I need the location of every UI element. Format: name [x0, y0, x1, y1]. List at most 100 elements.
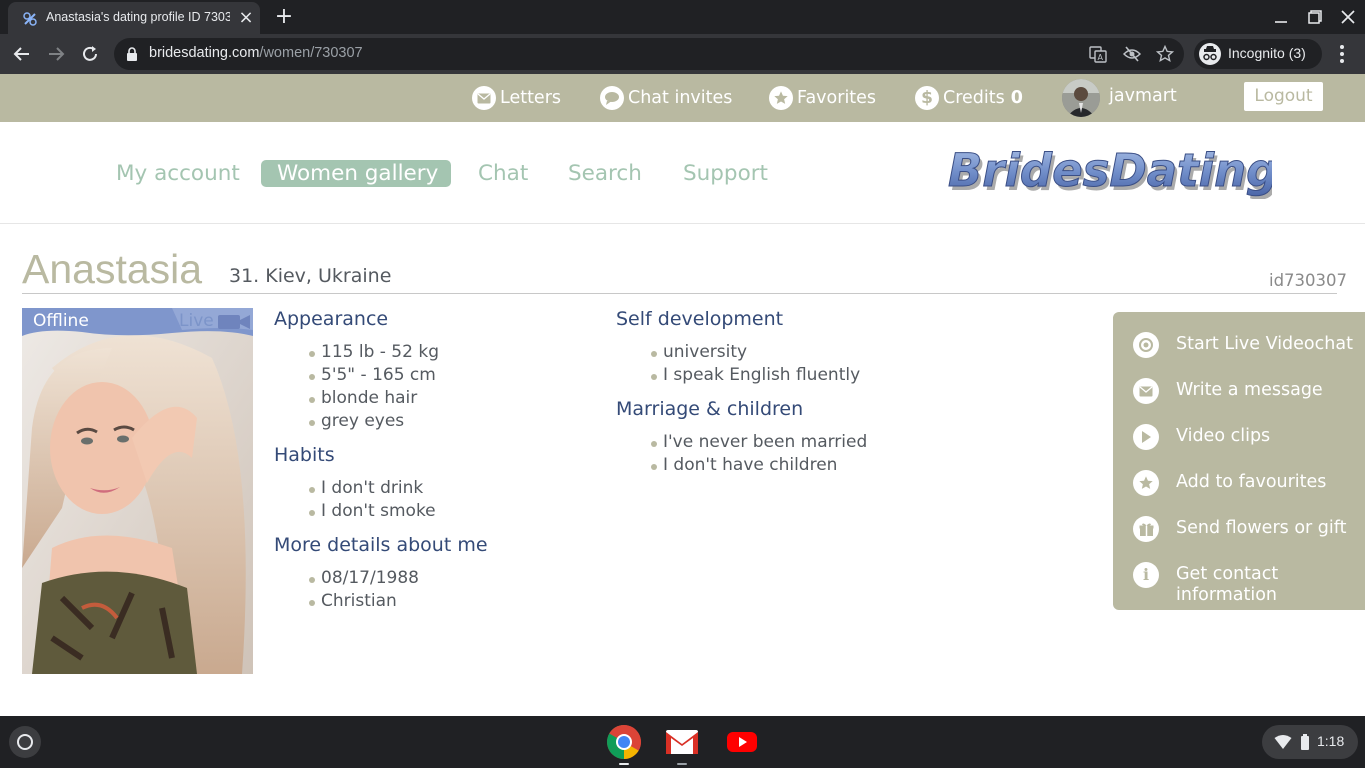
favorites-link[interactable]: Favorites: [769, 84, 876, 112]
marriage-heading: Marriage & children: [616, 398, 804, 420]
videochat-label: Start Live Videochat: [1176, 334, 1353, 354]
nav-my-account[interactable]: My account: [116, 160, 240, 187]
minimize-icon[interactable]: [1272, 8, 1290, 26]
chat-invites-label: Chat invites: [628, 88, 733, 108]
browser-menu-icon[interactable]: [1334, 43, 1350, 65]
nav-women-gallery[interactable]: Women gallery: [261, 160, 451, 187]
tab-close-icon[interactable]: ×: [237, 9, 255, 27]
profile-name: Anastasia: [22, 246, 203, 292]
youtube-icon[interactable]: [724, 724, 760, 760]
wifi-icon: [1274, 735, 1292, 749]
nav-chat[interactable]: Chat: [478, 160, 528, 187]
more-details-heading: More details about me: [274, 534, 488, 556]
webcam-icon: [1133, 332, 1159, 358]
clock: 1:18: [1317, 733, 1345, 749]
info-icon: i: [1133, 562, 1159, 588]
tab-title: Anastasia's dating profile ID 730307: [46, 10, 230, 24]
incognito-badge[interactable]: Incognito (3): [1194, 39, 1322, 69]
chat-bubble-icon: [600, 86, 624, 110]
new-tab-icon[interactable]: +: [273, 6, 295, 28]
video-clips-label: Video clips: [1176, 426, 1271, 446]
star-icon: [1133, 470, 1159, 496]
add-favourites-button[interactable]: Add to favourites: [1113, 460, 1365, 506]
star-icon: [769, 86, 793, 110]
list-item: grey eyes: [308, 411, 405, 431]
launcher-button[interactable]: [9, 726, 41, 758]
avatar[interactable]: [1062, 79, 1100, 117]
envelope-icon: [1133, 378, 1159, 404]
credits-link[interactable]: $ Credits 0: [915, 84, 1023, 112]
url-text: bridesdating.com/women/730307: [149, 45, 363, 61]
list-item: 5'5" - 165 cm: [309, 365, 436, 385]
url-domain: bridesdating.com: [149, 45, 260, 61]
chat-invites-link[interactable]: Chat invites: [600, 84, 732, 112]
video-clips-button[interactable]: Video clips: [1113, 414, 1365, 460]
url-path: /women/730307: [259, 45, 363, 61]
bookmark-star-icon[interactable]: [1156, 45, 1174, 63]
contact-info-button[interactable]: i Get contact information: [1113, 552, 1365, 608]
online-status: Offline: [33, 311, 89, 331]
list-item: I speak English fluently: [650, 365, 861, 385]
logout-button[interactable]: Logout: [1244, 82, 1323, 111]
send-gift-button[interactable]: Send flowers or gift: [1113, 506, 1365, 552]
credits-value: 0: [1010, 88, 1023, 108]
incognito-label: Incognito (3): [1228, 45, 1306, 61]
address-bar[interactable]: bridesdating.com/women/730307 A: [114, 38, 1184, 70]
incognito-icon: [1199, 43, 1221, 65]
gift-icon: [1133, 516, 1159, 542]
list-item: 08/17/1988: [309, 568, 419, 588]
eye-blocked-icon[interactable]: [1123, 45, 1141, 63]
gmail-icon[interactable]: [664, 724, 700, 760]
list-item: I don't have children: [650, 455, 838, 475]
divider: [22, 293, 1337, 294]
contact-label: Get contact information: [1176, 564, 1279, 605]
nav-search[interactable]: Search: [568, 160, 642, 187]
letters-label: Letters: [500, 88, 562, 108]
list-item: university: [650, 342, 748, 362]
favourites-label: Add to favourites: [1176, 472, 1327, 492]
bridesdating-logo[interactable]: BridesDating BridesDating: [942, 141, 1273, 200]
list-item: 115 lb - 52 kg: [309, 342, 439, 362]
translate-icon[interactable]: A: [1089, 45, 1107, 63]
running-indicator: [677, 763, 687, 765]
nav-support[interactable]: Support: [683, 160, 768, 187]
appearance-heading: Appearance: [274, 308, 389, 330]
favorites-label: Favorites: [797, 88, 877, 108]
chrome-icon[interactable]: [606, 724, 642, 760]
profile-id: id730307: [1269, 271, 1348, 290]
browser-tab[interactable]: Anastasia's dating profile ID 730307 ×: [8, 2, 260, 34]
username[interactable]: javmart: [1109, 86, 1177, 106]
list-item: I don't smoke: [309, 501, 436, 521]
maximize-icon[interactable]: [1306, 8, 1324, 26]
list-item: blonde hair: [308, 388, 418, 408]
gift-label: Send flowers or gift: [1176, 518, 1347, 538]
profile-age-location: 31. Kiev, Ukraine: [229, 265, 392, 287]
start-videochat-button[interactable]: Start Live Videochat: [1113, 322, 1365, 368]
habits-heading: Habits: [274, 444, 335, 466]
letters-link[interactable]: Letters: [472, 84, 561, 112]
forward-arrow-icon[interactable]: [45, 43, 67, 65]
self-development-heading: Self development: [616, 308, 784, 330]
browser-toolbar: bridesdating.com/women/730307 A Incognit…: [0, 34, 1365, 74]
svg-text:A: A: [1098, 53, 1104, 62]
profile-photo[interactable]: [22, 308, 253, 674]
write-message-button[interactable]: Write a message: [1113, 368, 1365, 414]
svg-text:BridesDating: BridesDating: [948, 144, 1272, 197]
running-indicator: [619, 763, 629, 765]
back-arrow-icon[interactable]: [11, 43, 33, 65]
video-camera-icon: [218, 315, 250, 329]
live-label: Live: [179, 311, 214, 331]
credits-label: Credits: [943, 88, 1005, 108]
reload-icon[interactable]: [79, 43, 101, 65]
list-item: Christian: [309, 591, 397, 611]
close-window-icon[interactable]: [1339, 8, 1357, 26]
site-favicon-icon: [23, 12, 37, 26]
message-label: Write a message: [1176, 380, 1323, 400]
list-item: I don't drink: [308, 478, 424, 498]
battery-icon: [1301, 734, 1309, 750]
dollar-icon: $: [915, 86, 939, 110]
action-panel: Start Live Videochat Write a message Vid…: [1113, 312, 1365, 610]
lock-icon: [127, 47, 137, 61]
play-icon: [1133, 424, 1159, 450]
list-item: I've never been married: [650, 432, 868, 452]
